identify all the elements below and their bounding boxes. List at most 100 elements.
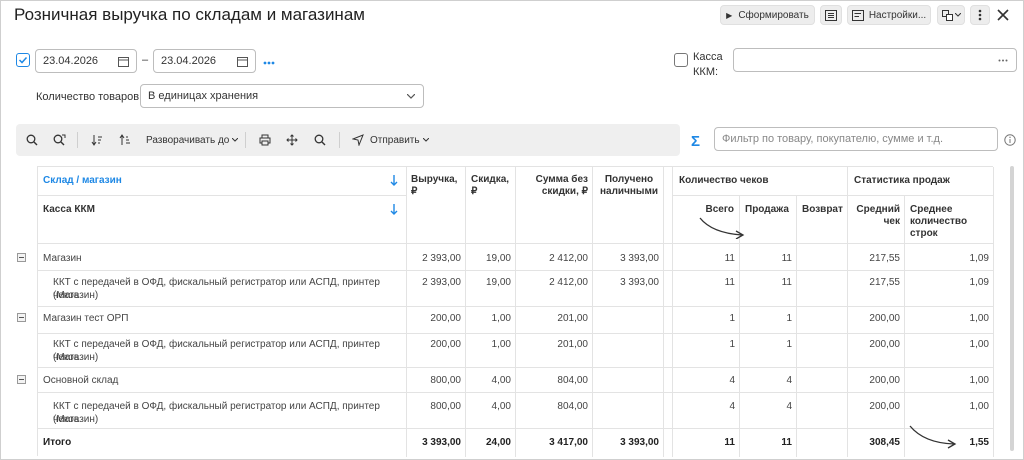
more-button[interactable] [970, 5, 990, 25]
variants-icon [941, 9, 953, 21]
sort-arrow-icon[interactable] [390, 204, 398, 218]
chevron-down-icon [422, 138, 429, 142]
header-srkol-line3: строк [910, 228, 938, 239]
run-button[interactable]: ▶ Сформировать [720, 5, 815, 25]
header-stat-group: Статистика продаж [854, 175, 950, 186]
calendar-icon[interactable] [118, 56, 129, 67]
table-filter-input[interactable]: Фильтр по товару, покупателю, сумме и т.… [714, 127, 998, 151]
kolvo-value: В единицах хранения [148, 90, 259, 102]
kassa-checkbox[interactable] [674, 53, 688, 67]
period-checkbox[interactable] [16, 53, 30, 67]
page-title: Розничная выручка по складам и магазинам [14, 5, 365, 24]
zoom-button[interactable] [314, 132, 326, 148]
print-button[interactable] [259, 132, 271, 148]
scrollbar[interactable] [1010, 166, 1014, 451]
date-to-value: 23.04.2026 [161, 55, 217, 67]
header-vozvrat[interactable]: Возврат [802, 204, 843, 216]
sort-desc-button[interactable] [91, 132, 103, 148]
header-srkol[interactable]: Среднее количество строк [910, 204, 967, 240]
report-toolbar: Разворачивать до Отправить [16, 124, 680, 156]
total-cell-b: 3 417,00 [549, 437, 588, 448]
table-filter-placeholder: Фильтр по товару, покупателю, сумме и т.… [722, 133, 944, 145]
move-icon [286, 134, 298, 146]
chevron-down-icon [954, 13, 961, 17]
header-cheki-group: Количество чеков [679, 175, 769, 186]
total-cell-pr: 11 [781, 437, 792, 448]
row-cell-s: 4,00 [491, 401, 511, 412]
row-cell-p: 3 393,00 [620, 253, 659, 264]
send-dropdown[interactable]: Отправить [352, 132, 429, 148]
row-cell-b: 804,00 [557, 375, 588, 386]
kolvo-select[interactable]: В единицах хранения [140, 84, 424, 108]
close-icon [997, 9, 1009, 21]
row-cell-sk: 1,09 [969, 277, 989, 288]
header-srkol-line2: количество [910, 216, 968, 227]
print-icon [259, 134, 271, 146]
header-sklad[interactable]: Склад / магазин [43, 175, 122, 187]
header-summa[interactable]: Сумма без скидки, ₽ [516, 174, 588, 198]
more-horizontal-icon [263, 61, 275, 65]
row-cell-s: 4,00 [491, 375, 511, 386]
annotation-arrow-icon [699, 217, 745, 239]
search-next-button[interactable] [53, 132, 66, 148]
header-skidka[interactable]: Скидка, ₽ [471, 174, 509, 198]
search-button[interactable] [26, 132, 38, 148]
info-button[interactable] [1004, 134, 1016, 149]
sort-asc-button[interactable] [119, 132, 131, 148]
expand-to-label: Разворачивать до [146, 134, 230, 146]
row-cell-s: 19,00 [485, 253, 511, 264]
row-kassa-name-line2: (Магазин) [53, 352, 99, 363]
header-poluch[interactable]: Получено наличными [596, 174, 662, 198]
kassa-label: Касса ККМ: [693, 50, 723, 80]
total-cell-sc: 308,45 [869, 437, 900, 448]
run-button-label: Сформировать [738, 9, 809, 21]
row-cell-sk: 1,00 [969, 313, 989, 324]
more-horizontal-icon[interactable] [998, 59, 1008, 62]
header-vyruchka-line1: Выручка, [411, 174, 458, 185]
expand-to-dropdown[interactable]: Разворачивать до [146, 132, 239, 148]
close-button[interactable] [996, 8, 1010, 22]
collapse-group-icon[interactable] [17, 253, 26, 262]
row-cell-b: 804,00 [557, 401, 588, 412]
row-cell-pr: 11 [781, 277, 792, 288]
header-summa-line2: скидки, ₽ [541, 186, 588, 197]
date-to-field[interactable]: 23.04.2026 [153, 49, 256, 73]
row-cell-s: 19,00 [485, 277, 511, 288]
row-cell-sk: 1,00 [969, 375, 989, 386]
header-sredniy[interactable]: Средний чек [850, 204, 900, 228]
row-cell-sk: 1,00 [969, 339, 989, 350]
settings-button-label: Настройки... [868, 9, 927, 21]
header-kassa[interactable]: Касса ККМ [43, 204, 95, 216]
header-poluch-line2: наличными [599, 186, 659, 197]
calendar-icon[interactable] [237, 56, 248, 67]
date-from-value: 23.04.2026 [43, 55, 99, 67]
report-view-button[interactable] [820, 5, 842, 25]
search-icon [26, 134, 38, 146]
header-vyruchka[interactable]: Выручка, ₽ [411, 174, 457, 198]
header-srkol-line1: Среднее [910, 204, 953, 215]
kassa-label-line2: ККМ: [693, 66, 719, 78]
row-cell-b: 2 412,00 [549, 277, 588, 288]
period-more-button[interactable] [263, 56, 275, 68]
row-kassa-name-line2: (Магазин) [53, 414, 99, 425]
settings-icon [851, 9, 864, 21]
variants-button[interactable] [937, 5, 965, 25]
row-cell-pr: 11 [781, 253, 792, 264]
row-cell-pr: 4 [786, 401, 792, 412]
settings-button[interactable]: Настройки... [847, 5, 931, 25]
date-from-field[interactable]: 23.04.2026 [35, 49, 137, 73]
sort-arrow-icon[interactable] [390, 175, 398, 189]
move-button[interactable] [286, 132, 298, 148]
more-vertical-icon [978, 9, 982, 21]
row-cell-pr: 4 [786, 375, 792, 386]
header-prodazha[interactable]: Продажа [745, 204, 789, 216]
kassa-field[interactable] [733, 48, 1017, 72]
row-cell-b: 201,00 [557, 339, 588, 350]
total-cell-sk: 1,55 [969, 437, 989, 448]
total-cell-p: 3 393,00 [620, 437, 659, 448]
report-table: Склад / магазин Касса ККМ Выручка, ₽ Ски… [37, 166, 994, 457]
chevron-down-icon [407, 94, 415, 99]
sum-button[interactable]: Σ [691, 133, 700, 150]
collapse-group-icon[interactable] [17, 313, 26, 322]
collapse-group-icon[interactable] [17, 375, 26, 384]
